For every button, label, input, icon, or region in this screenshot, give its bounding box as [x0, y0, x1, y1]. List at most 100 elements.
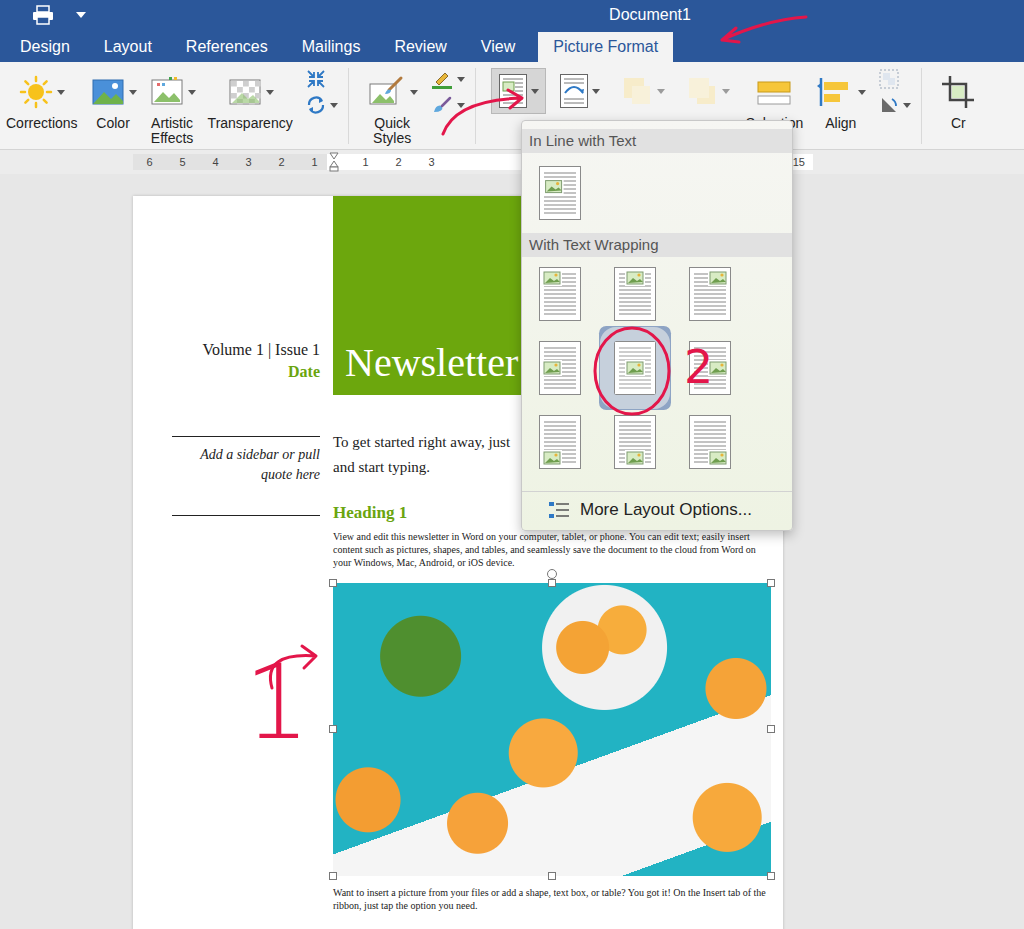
picture-color-icon — [90, 74, 126, 110]
quick-styles-icon — [367, 74, 407, 110]
wrap-option-icon — [614, 341, 656, 395]
ribbon-tab[interactable]: View — [464, 32, 532, 62]
quick-access-toolbar — [0, 5, 276, 25]
resize-handle[interactable] — [767, 579, 775, 587]
wrap-option-icon — [689, 415, 731, 469]
wrap-option[interactable] — [522, 331, 597, 405]
wrap-option[interactable] — [522, 257, 597, 331]
ruler: 654321 123 15 — [0, 150, 1024, 174]
resize-handle[interactable] — [548, 579, 556, 587]
ribbon-button[interactable] — [678, 68, 737, 114]
ribbon-button[interactable]: Corrections — [0, 68, 84, 131]
wrap-option-icon — [689, 267, 731, 321]
selection-pane-icon — [754, 74, 794, 110]
resize-handle[interactable] — [329, 725, 337, 733]
ribbon-tab[interactable]: Review — [377, 32, 463, 62]
ribbon-tabs: DesignLayoutReferencesMailingsReviewView… — [0, 30, 1024, 62]
ruler-number: 2 — [382, 156, 415, 168]
ruler-number: 15 — [793, 156, 813, 168]
tab-arrow-icon — [722, 17, 806, 42]
wrap-arrow-icon — [443, 90, 522, 134]
wrap-option[interactable] — [597, 257, 672, 331]
ribbon-button[interactable]: Color — [84, 68, 143, 131]
picture-arrow-icon — [270, 646, 316, 688]
ribbon-button[interactable]: Transparency — [202, 68, 299, 131]
pen-icon — [430, 68, 454, 90]
wrap-option[interactable] — [672, 257, 747, 331]
customize-toolbar-button[interactable] — [76, 12, 86, 18]
wrap-option-icon — [614, 267, 656, 321]
rotate-icon — [878, 94, 900, 116]
wrap-option[interactable] — [672, 405, 747, 479]
group-icon — [878, 68, 900, 90]
ruler-number: 1 — [298, 156, 331, 168]
annotation-layer — [0, 0, 1024, 929]
ribbon-button[interactable]: Cr — [934, 68, 982, 131]
ruler-number: 6 — [133, 156, 166, 168]
resize-handle[interactable] — [767, 725, 775, 733]
step-number: 1 — [244, 650, 310, 754]
rotate-handle[interactable] — [547, 569, 557, 579]
resize-handle[interactable] — [767, 872, 775, 880]
document-canvas: Volume 1 | Issue 1 Date Newsletter Add a… — [0, 174, 1024, 929]
ruler-number: 2 — [265, 156, 298, 168]
ribbon-button[interactable] — [491, 68, 546, 114]
transparency-icon — [227, 74, 263, 110]
ruler-number: 3 — [415, 156, 448, 168]
ribbon-button[interactable] — [872, 68, 922, 144]
wrap-option[interactable] — [597, 331, 672, 405]
ribbon-tab[interactable]: References — [169, 32, 285, 62]
apricots-photo[interactable] — [333, 583, 771, 876]
layout-options-icon — [548, 501, 570, 519]
ribbon-button[interactable]: Align — [809, 68, 872, 131]
indent-marker-icon[interactable] — [329, 152, 339, 172]
print-icon[interactable] — [32, 5, 54, 25]
resize-handle[interactable] — [329, 872, 337, 880]
ribbon-tab[interactable]: Picture Format — [538, 32, 673, 62]
ribbon-button[interactable] — [613, 68, 672, 114]
sidebar-quote[interactable]: Add a sidebar or pull quote here — [172, 436, 320, 516]
menu-section-title: With Text Wrapping — [522, 233, 792, 257]
ribbon-button[interactable]: Artistic Effects — [143, 68, 202, 146]
ribbon-button[interactable] — [299, 68, 349, 144]
resize-handle[interactable] — [329, 579, 337, 587]
issue-info[interactable]: Volume 1 | Issue 1 Date — [172, 196, 320, 395]
caption-paragraph[interactable]: Want to insert a picture from your files… — [333, 886, 771, 912]
ruler-number: 4 — [199, 156, 232, 168]
wrap-option[interactable] — [522, 153, 597, 233]
ribbon-tab[interactable]: Layout — [87, 32, 169, 62]
body-paragraph[interactable]: View and edit this newsletter in Word on… — [333, 530, 771, 569]
change-picture-icon — [305, 94, 327, 116]
wrap-option-icon — [689, 341, 731, 395]
ribbon-button[interactable]: Quick Styles — [361, 68, 424, 146]
title-bar: Document1 — [0, 0, 1024, 30]
more-layout-options[interactable]: More Layout Options... — [522, 491, 792, 530]
position-icon — [559, 73, 589, 109]
sun-icon — [18, 74, 54, 110]
window-title: Document1 — [276, 6, 1024, 24]
ribbon: Corrections Color Artistic Effects Trans… — [0, 62, 1024, 150]
artistic-effects-icon — [149, 74, 185, 110]
ruler-number: 3 — [232, 156, 265, 168]
wrap-option[interactable] — [522, 405, 597, 479]
compress-icon — [305, 68, 327, 90]
ribbon-tab[interactable]: Design — [3, 32, 87, 62]
wrap-text-icon — [498, 73, 528, 109]
menu-section-title: In Line with Text — [522, 129, 792, 153]
bring-forward-icon — [620, 74, 654, 108]
wrap-option-icon — [539, 166, 581, 220]
effects-icon — [430, 94, 454, 116]
wrap-option-icon — [539, 341, 581, 395]
wrap-option[interactable] — [672, 331, 747, 405]
wrap-option-icon — [539, 415, 581, 469]
picture[interactable] — [333, 583, 771, 876]
wrap-option-icon — [539, 267, 581, 321]
wrap-option[interactable] — [597, 405, 672, 479]
ribbon-button[interactable] — [424, 68, 476, 144]
align-icon — [815, 74, 855, 110]
wrap-text-menu: In Line with Text With Text Wrapping Mor… — [521, 120, 793, 531]
highlight-circle-icon — [595, 328, 669, 414]
ribbon-tab[interactable]: Mailings — [285, 32, 378, 62]
ribbon-button[interactable] — [552, 68, 607, 114]
resize-handle[interactable] — [548, 872, 556, 880]
